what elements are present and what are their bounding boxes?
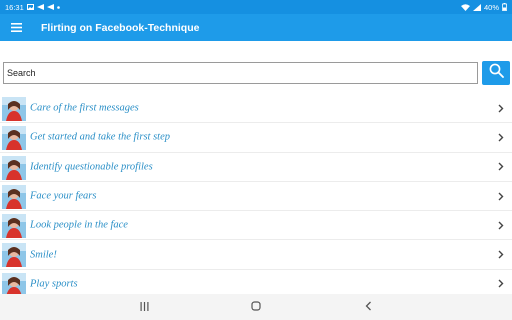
- thumbnail-image: [2, 97, 26, 121]
- screen: 16:31 40% Flirting on Facebook-Technique…: [0, 0, 512, 320]
- status-bar: 16:31 40%: [0, 0, 512, 14]
- list-item-label: Look people in the face: [30, 219, 128, 231]
- system-nav-bar: [0, 294, 512, 320]
- back-icon: [365, 298, 372, 316]
- send-icon-2: [46, 4, 54, 10]
- list-item-label: Face your fears: [30, 190, 97, 202]
- app-title: Flirting on Facebook-Technique: [41, 21, 200, 34]
- chevron-right-icon: [497, 103, 505, 113]
- thumbnail-image: [2, 126, 26, 151]
- image-icon: [26, 4, 34, 10]
- recent-apps-icon: [140, 298, 149, 316]
- search-button[interactable]: [482, 61, 510, 85]
- recent-apps-button[interactable]: [124, 294, 164, 320]
- chevron-right-icon: [497, 279, 505, 289]
- list-item-label: Smile!: [30, 249, 57, 261]
- list-item[interactable]: Care of the first messages: [0, 94, 512, 124]
- list-item-label: Get started and take the first step: [30, 131, 170, 143]
- list-item[interactable]: Get started and take the first step: [0, 123, 512, 153]
- thumbnail-image: [2, 155, 26, 180]
- search-icon: [489, 63, 504, 83]
- wifi-icon: [460, 3, 470, 11]
- battery-icon: [502, 3, 507, 11]
- list-item[interactable]: Identify questionable profiles: [0, 153, 512, 182]
- thumbnail-image: [2, 243, 26, 268]
- notification-dot-icon: [56, 5, 60, 9]
- app-bar: Flirting on Facebook-Technique: [0, 14, 512, 41]
- search-row: [2, 61, 510, 85]
- menu-button[interactable]: [0, 14, 32, 41]
- list-item[interactable]: Face your fears: [0, 182, 512, 212]
- send-icon: [36, 4, 44, 10]
- list-item[interactable]: Smile!: [0, 240, 512, 270]
- battery-percent: 40%: [483, 2, 499, 12]
- home-icon: [251, 298, 261, 316]
- chevron-right-icon: [497, 132, 505, 142]
- chevron-right-icon: [497, 220, 505, 230]
- home-button[interactable]: [236, 294, 276, 320]
- list-item-label: Play sports: [30, 278, 78, 290]
- list-item[interactable]: Look people in the face: [0, 211, 512, 241]
- chevron-right-icon: [497, 191, 505, 201]
- list-item-label: Identify questionable profiles: [30, 161, 153, 173]
- status-right: 40%: [460, 2, 507, 12]
- search-input[interactable]: [3, 62, 478, 84]
- list-item-label: Care of the first messages: [30, 102, 139, 114]
- hamburger-icon: [10, 19, 22, 37]
- thumbnail-image: [2, 184, 26, 209]
- chevron-right-icon: [497, 162, 505, 172]
- status-left: 16:31: [5, 3, 60, 12]
- chevron-right-icon: [497, 250, 505, 260]
- thumbnail-image: [2, 214, 26, 239]
- signal-icon: [472, 3, 481, 11]
- status-time: 16:31: [5, 2, 24, 12]
- back-button[interactable]: [348, 294, 388, 320]
- topic-list: Care of the first messages Get started a…: [0, 94, 512, 300]
